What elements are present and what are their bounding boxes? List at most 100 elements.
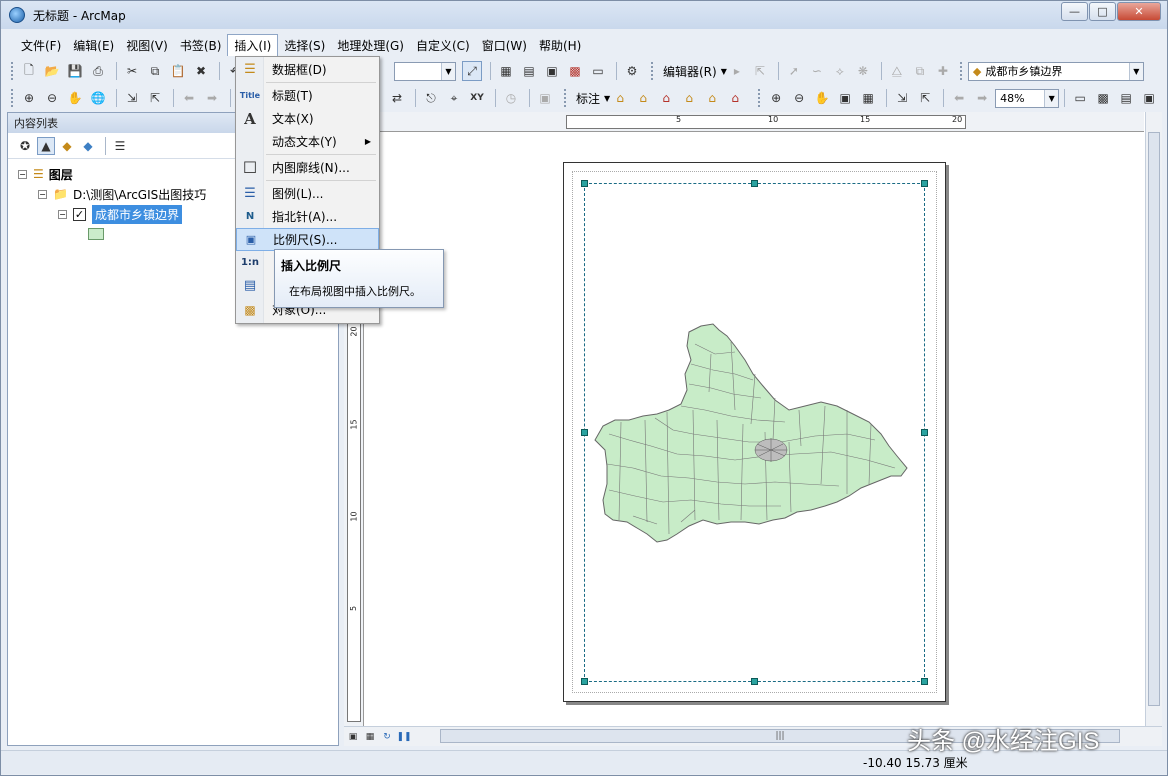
trace-icon[interactable]: ⟡ [830, 61, 850, 81]
tree-layer-label[interactable]: 成都市乡镇边界 [92, 204, 183, 224]
zoom-100-icon[interactable]: ▦ [858, 88, 878, 108]
print-icon[interactable]: ⎙ [88, 61, 108, 81]
collapse-icon[interactable]: − [58, 209, 67, 219]
tree-layer-row[interactable]: − ✓ 成都市乡镇边界 [58, 204, 183, 224]
menu-item-neatline[interactable]: ☐ 内图廓线(N)... [236, 156, 379, 179]
list-by-selection-icon[interactable]: ◆ [79, 137, 97, 155]
vertical-scrollbar[interactable] [1145, 112, 1162, 726]
menu-bookmarks[interactable]: 书签(B) [174, 35, 228, 56]
time-slider-icon[interactable]: ◷ [501, 88, 521, 108]
menu-file[interactable]: 文件(F) [15, 35, 67, 56]
toolbar-grip[interactable] [959, 62, 964, 80]
menu-view[interactable]: 视图(V) [120, 35, 174, 56]
pause-drawing-icon[interactable]: ❚❚ [396, 730, 411, 744]
menu-customize[interactable]: 自定义(C) [410, 35, 476, 56]
target-layer-combo[interactable]: ◆ 成都市乡镇边界 ▼ [967, 61, 1144, 81]
view-unplaced-icon[interactable]: ⌂ [679, 88, 699, 108]
refresh-icon[interactable]: ↻ [380, 730, 394, 744]
split-icon[interactable]: ✚ [933, 61, 953, 81]
maximize-button[interactable]: □ [1089, 2, 1116, 21]
label-priority-icon[interactable]: ⌂ [656, 88, 676, 108]
data-frame[interactable] [581, 180, 928, 685]
focus-data-frame-icon[interactable]: ▩ [1093, 88, 1113, 108]
remove-labels-icon[interactable]: ⌂ [725, 88, 745, 108]
point-icon[interactable]: ❋ [853, 61, 873, 81]
forward-extent-icon[interactable]: ➡ [202, 88, 222, 108]
layout-zoom-combo[interactable]: 48% ▼ [995, 88, 1060, 108]
edit-annotation-icon[interactable]: ⇱ [750, 61, 770, 81]
previous-extent-layout-icon[interactable]: ⬅ [949, 88, 969, 108]
measure-icon[interactable]: ⇄ [387, 88, 407, 108]
cut-icon[interactable]: ✂ [122, 61, 142, 81]
fixed-zoom-in-layout-icon[interactable]: ⇲ [892, 88, 912, 108]
close-button[interactable]: ✕ [1117, 2, 1161, 21]
layout-pan-icon[interactable]: ✋ [812, 88, 832, 108]
toolbar-grip[interactable] [564, 89, 568, 107]
toc-options-icon[interactable]: ☰ [111, 137, 129, 155]
menu-item-scale-bar[interactable]: ▣ 比例尺(S)... [236, 228, 379, 251]
save-icon[interactable]: 💾 [65, 61, 85, 81]
arctoolbox-icon[interactable]: ▩ [565, 61, 585, 81]
straight-segment-icon[interactable]: ➚ [784, 61, 804, 81]
menu-help[interactable]: 帮助(H) [533, 35, 587, 56]
python-window-icon[interactable]: ▭ [588, 61, 608, 81]
polygon-symbol-swatch[interactable] [88, 228, 104, 240]
next-extent-layout-icon[interactable]: ➡ [972, 88, 992, 108]
menu-selection[interactable]: 选择(S) [278, 35, 331, 56]
edit-tool-icon[interactable]: ▸ [727, 61, 747, 81]
menu-item-data-frame[interactable]: ☰ 数据框(D) [236, 58, 379, 81]
collapse-icon[interactable]: − [18, 169, 27, 179]
layer-symbol-row[interactable] [88, 225, 104, 243]
tree-folder-row[interactable]: − 📁 D:\测图\ArcGIS出图技巧 [38, 185, 206, 203]
edit-vertices-icon[interactable]: ⤢ [462, 61, 482, 81]
go-to-xy-icon[interactable]: XY [467, 88, 487, 108]
layer-visibility-checkbox[interactable]: ✓ [73, 207, 86, 221]
layout-page[interactable] [563, 162, 946, 702]
minimize-button[interactable]: — [1061, 2, 1088, 21]
toolbar-grip[interactable] [651, 62, 655, 80]
layout-view-icon[interactable]: ▣ [346, 730, 360, 744]
lock-labels-icon[interactable]: ⌂ [633, 88, 653, 108]
find-icon[interactable]: ⎋ [421, 88, 441, 108]
menu-item-text[interactable]: A 文本(X) [236, 107, 379, 130]
find-route-icon[interactable]: ⌖ [444, 88, 464, 108]
catalog-icon[interactable]: ▤ [519, 61, 539, 81]
editor-menu[interactable]: 编辑器(R) [663, 63, 717, 80]
menu-window[interactable]: 窗口(W) [476, 35, 533, 56]
menu-geoprocessing[interactable]: 地理处理(G) [331, 35, 410, 56]
list-by-visibility-icon[interactable]: ◆ [58, 137, 76, 155]
zoom-whole-page-icon[interactable]: ▣ [835, 88, 855, 108]
new-document-icon[interactable]: 🗋 [19, 61, 39, 81]
menu-edit[interactable]: 编辑(E) [67, 35, 120, 56]
copy-icon[interactable]: ⧉ [145, 61, 165, 81]
layout-canvas[interactable] [366, 132, 1144, 726]
menu-insert[interactable]: 插入(I) [227, 34, 279, 56]
layout-zoom-in-icon[interactable]: ⊕ [766, 88, 786, 108]
toggle-draft-mode-icon[interactable]: ▭ [1070, 88, 1090, 108]
zoom-out-icon[interactable]: ⊖ [42, 88, 62, 108]
change-layout-icon[interactable]: ▤ [1116, 88, 1136, 108]
toolbar-grip[interactable] [11, 89, 15, 107]
attribute-table-icon[interactable]: ▦ [496, 61, 516, 81]
data-driven-pages-icon[interactable]: ▣ [1139, 88, 1159, 108]
collapse-icon[interactable]: − [38, 189, 47, 199]
fixed-zoom-out-layout-icon[interactable]: ⇱ [915, 88, 935, 108]
vertical-scroll-thumb[interactable] [1148, 132, 1160, 706]
zoom-in-icon[interactable]: ⊕ [19, 88, 39, 108]
open-folder-icon[interactable]: 📂 [42, 61, 62, 81]
paste-icon[interactable]: 📋 [168, 61, 188, 81]
arc-segment-icon[interactable]: ∽ [807, 61, 827, 81]
fixed-zoom-out-icon[interactable]: ⇱ [145, 88, 165, 108]
list-by-source-icon[interactable]: ▲ [37, 136, 55, 155]
map-scale-combo[interactable]: ▼ [394, 61, 456, 81]
pause-labeling-icon[interactable]: ⌂ [702, 88, 722, 108]
cut-polygons-icon[interactable]: ⧉ [910, 61, 930, 81]
delete-icon[interactable]: ✖ [191, 61, 211, 81]
reshape-icon[interactable]: ⧋ [887, 61, 907, 81]
create-viewer-icon[interactable]: ▣ [535, 88, 555, 108]
labeling-menu[interactable]: 标注 [576, 90, 600, 107]
menu-item-dynamic-text[interactable]: 动态文本(Y) ▶ [236, 130, 379, 153]
list-by-drawing-order-icon[interactable]: ✪ [16, 137, 34, 155]
data-view-icon[interactable]: ▦ [363, 730, 377, 744]
full-extent-icon[interactable]: 🌐 [88, 88, 108, 108]
